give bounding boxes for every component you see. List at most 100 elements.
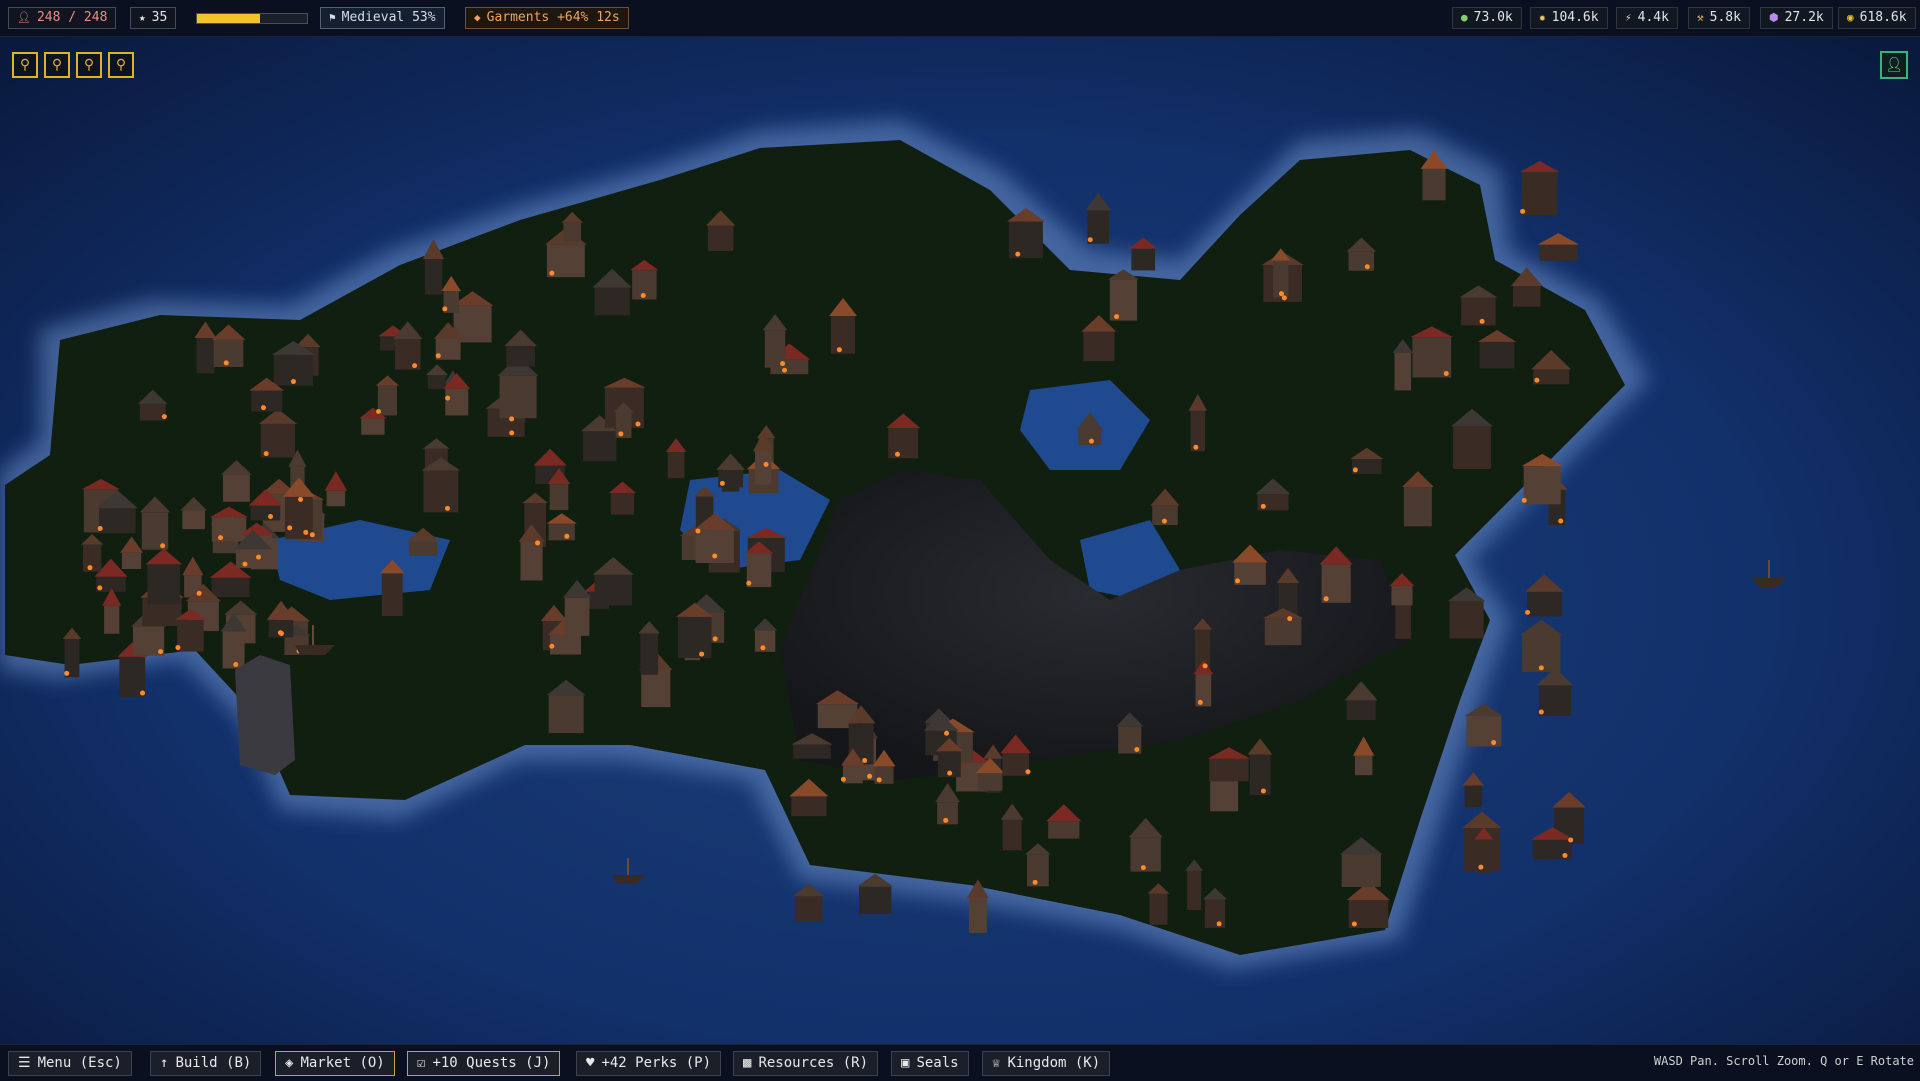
torch — [746, 580, 752, 586]
torch — [1134, 747, 1140, 753]
torch — [1525, 609, 1531, 615]
zoom-button-3[interactable]: ⚲ — [76, 52, 102, 78]
torch — [161, 414, 167, 420]
torch — [509, 416, 515, 422]
building — [1422, 168, 1446, 201]
torch — [267, 513, 273, 519]
building — [1083, 331, 1115, 362]
menu-button[interactable]: ☰ Menu (Esc) — [8, 1051, 132, 1076]
controls-hint: WASD Pan. Scroll Zoom. Q or E Rotate — [1653, 1054, 1914, 1068]
resource-wood[interactable]: ✹ 104.6k — [1530, 7, 1608, 29]
building — [1466, 716, 1502, 747]
build-button[interactable]: ↑ Build (B) — [150, 1051, 262, 1076]
building — [977, 773, 1003, 791]
building — [548, 695, 584, 734]
torch — [635, 421, 641, 427]
resource-value: 618.6k — [1859, 10, 1907, 25]
building — [1461, 297, 1496, 326]
building — [610, 493, 635, 515]
resource-gold[interactable]: ◉ 618.6k — [1838, 7, 1916, 29]
resource-value: 73.0k — [1473, 10, 1513, 25]
torch — [298, 497, 304, 503]
resource-energy[interactable]: ⚡︎ 4.4k — [1616, 7, 1678, 29]
torch — [712, 636, 718, 642]
building — [182, 510, 205, 530]
resource-food[interactable]: ● 73.0k — [1452, 7, 1522, 29]
bar-chart-icon: ▩ — [743, 1055, 752, 1071]
resource-crystal[interactable]: ⬢ 27.2k — [1760, 7, 1833, 29]
building — [707, 225, 734, 252]
torch — [564, 533, 570, 539]
building — [139, 403, 166, 421]
building — [677, 616, 712, 659]
building — [1395, 600, 1411, 639]
xp-progress-fill — [197, 14, 260, 23]
building — [1131, 248, 1156, 271]
zoom-button-2[interactable]: ⚲ — [44, 52, 70, 78]
zoom-button-4[interactable]: ⚲ — [108, 52, 134, 78]
torch — [1235, 578, 1241, 584]
torch — [1479, 318, 1485, 324]
quests-button[interactable]: ☑ +10 Quests (J) — [407, 1051, 561, 1076]
resources-button[interactable]: ▩ Resources (R) — [733, 1051, 879, 1076]
profile-button[interactable]: 👤︎ — [1880, 51, 1908, 79]
torch — [158, 649, 164, 655]
zoom-icon: ⚲ — [115, 57, 127, 73]
torch — [1364, 264, 1370, 270]
era-label: Medieval 53% — [341, 10, 436, 25]
building — [1346, 700, 1376, 721]
perks-button[interactable]: ♥ +42 Perks (P) — [576, 1051, 722, 1076]
torch — [763, 461, 769, 467]
checkbox-icon: ☑ — [417, 1055, 426, 1071]
building — [284, 496, 313, 539]
zoom-button-1[interactable]: ⚲ — [12, 52, 38, 78]
building — [250, 505, 281, 521]
torch — [944, 730, 950, 736]
building — [563, 222, 582, 242]
torch — [1351, 921, 1357, 927]
game-world-map[interactable] — [0, 0, 1920, 1080]
building — [361, 418, 385, 435]
building — [1048, 821, 1080, 839]
torch — [218, 535, 224, 541]
zoom-icon: ⚲ — [51, 57, 63, 73]
resource-tools[interactable]: ⚒ 5.8k — [1688, 7, 1750, 29]
torch — [1443, 370, 1449, 376]
torch — [1491, 740, 1497, 746]
building — [888, 428, 919, 459]
torch — [780, 361, 786, 367]
torch — [618, 431, 624, 437]
building — [548, 523, 575, 541]
torch — [64, 670, 70, 676]
level-badge[interactable]: ★ 35 — [130, 7, 177, 29]
torch — [840, 776, 846, 782]
building — [520, 541, 543, 581]
torch — [242, 561, 248, 567]
torch — [442, 306, 448, 312]
torch — [376, 408, 382, 414]
building — [1210, 780, 1239, 812]
flag-icon: ⚑ — [329, 11, 336, 24]
active-boost[interactable]: ◆ Garments +64% 12s — [465, 7, 629, 29]
building — [667, 452, 685, 479]
building — [582, 431, 617, 462]
building — [147, 564, 181, 605]
bolt-icon: ⚡︎ — [1625, 11, 1632, 24]
seals-button[interactable]: ▣ Seals — [891, 1051, 969, 1076]
era-progress[interactable]: ⚑ Medieval 53% — [320, 7, 445, 29]
building — [1204, 899, 1226, 928]
torch — [1281, 295, 1287, 301]
market-button[interactable]: ◈ Market (O) — [275, 1051, 395, 1076]
kingdom-button[interactable]: ♕ Kingdom (K) — [982, 1051, 1111, 1076]
building — [793, 744, 831, 759]
building — [211, 517, 247, 542]
zoom-icon: ⚲ — [83, 57, 95, 73]
building — [1354, 755, 1373, 776]
torch — [1478, 864, 1484, 870]
population-counter[interactable]: 👤︎ 248 / 248 — [8, 7, 117, 29]
building — [408, 541, 438, 557]
torch — [1323, 596, 1329, 602]
cog-icon: ✹ — [1539, 11, 1546, 24]
building — [1449, 601, 1484, 639]
building — [1187, 870, 1202, 910]
